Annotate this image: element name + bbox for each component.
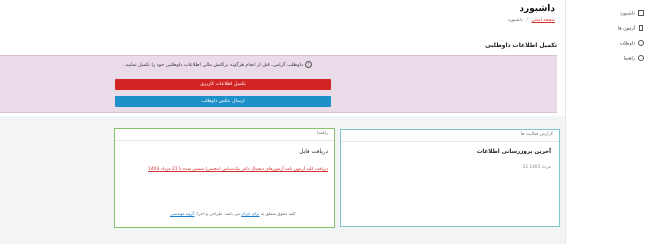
report-card-header-label: گزارش فعالیت ها — [520, 132, 553, 137]
sidebar: داشبورد آزمون ها داوطلب راهنما — [565, 0, 651, 244]
sidebar-item-label: راهنما — [623, 56, 635, 62]
dashboard-icon — [638, 10, 644, 16]
sidebar-item-dashboard[interactable]: داشبورد — [620, 10, 644, 17]
footer-link-site[interactable]: برای ایران — [241, 211, 259, 216]
breadcrumb-current: داشبورد — [507, 18, 523, 23]
sidebar-item-label: داشبورد — [619, 11, 635, 17]
sidebar-item-label: داوطلب — [619, 41, 635, 47]
report-card-date: 21 مرداد 1403 — [522, 164, 551, 169]
profile-completion-card: تکمیل اطلاعات داوطلبی !داوطلب گرامی، قبل… — [0, 34, 565, 116]
guide-card-header: راهنما — [115, 129, 334, 141]
info-icon: ! — [305, 61, 312, 68]
help-icon — [638, 55, 644, 61]
main-area: داشبورد صفحه اصلی / داشبورد تکمیل اطلاعا… — [0, 0, 565, 244]
footer-prefix: کلیه حقوق متعلق به — [260, 211, 296, 216]
sidebar-item-label: آزمون ها — [618, 26, 635, 32]
profile-card-title: تکمیل اطلاعات داوطلبی — [485, 42, 557, 49]
footer-middle: می باشد. طراحی و اجرا: — [195, 211, 240, 216]
main-content: تکمیل اطلاعات داوطلبی !داوطلب گرامی، قبل… — [0, 34, 565, 244]
alert-text: داوطلب گرامی، قبل از انجام هرگونه تراکنش… — [124, 63, 303, 68]
test-icon — [638, 25, 644, 31]
page-header: داشبورد صفحه اصلی / داشبورد — [0, 0, 565, 35]
page-title: داشبورد — [519, 4, 555, 14]
sidebar-item-tests[interactable]: آزمون ها — [618, 25, 644, 32]
sidebar-item-help[interactable]: راهنما — [624, 55, 644, 62]
send-photo-button[interactable]: ارسال عکس داوطلب — [115, 96, 331, 107]
guide-download-link[interactable]: دریافت کلیه آزمون نامه آزمون‌های دیجیتال… — [148, 167, 328, 172]
alert-message: !داوطلب گرامی، قبل از انجام هرگونه تراکن… — [124, 61, 312, 68]
footer: کلیه حقوق متعلق به برای ایران می باشد. ط… — [170, 211, 296, 216]
report-card-title: آخرین بروزرسانی اطلاعات — [476, 149, 551, 155]
profile-alert: !داوطلب گرامی، قبل از انجام هرگونه تراکن… — [0, 55, 557, 113]
activity-report-card: گزارش فعالیت ها آخرین بروزرسانی اطلاعات … — [340, 129, 560, 227]
footer-link-designer[interactable]: گروه مهندسی — [170, 211, 195, 216]
breadcrumb-separator: / — [526, 18, 528, 23]
volunteer-icon — [638, 40, 644, 46]
guide-card-header-label: راهنما — [317, 131, 328, 136]
breadcrumb: صفحه اصلی / داشبورد — [508, 18, 555, 23]
breadcrumb-home-link[interactable]: صفحه اصلی — [531, 18, 555, 23]
complete-profile-button[interactable]: تکمیل اطلاعات کاربری — [115, 79, 331, 90]
guide-card-title: دریافت فایل — [299, 149, 328, 155]
sidebar-item-volunteer[interactable]: داوطلب — [620, 40, 644, 47]
report-card-header: گزارش فعالیت ها — [341, 130, 559, 142]
